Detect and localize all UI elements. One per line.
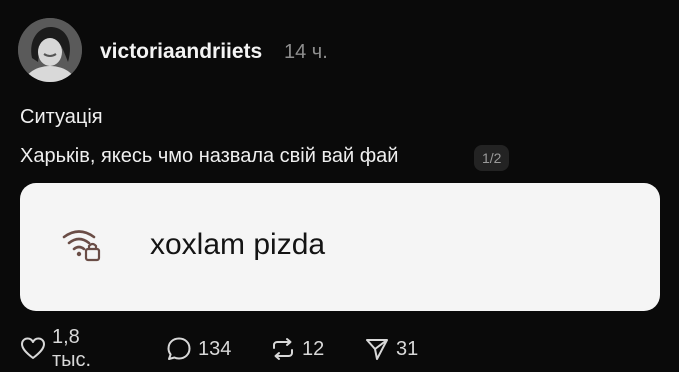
repost-icon <box>273 338 293 360</box>
comment-icon <box>167 337 191 360</box>
avatar[interactable] <box>18 18 82 82</box>
author-username[interactable]: victoriaandriiets <box>100 40 262 64</box>
send-icon <box>366 339 388 360</box>
image-pager-badge: 1/2 <box>474 145 510 171</box>
repost-count: 12 <box>302 337 325 360</box>
share-count: 31 <box>396 337 419 360</box>
share-button[interactable]: 31 <box>364 335 418 363</box>
post-text-line-1: Ситуація <box>20 106 103 128</box>
post-text-line-2: Харьків, якесь чмо назвала свій вай фай <box>20 145 399 167</box>
wifi-lock-icon <box>62 223 104 265</box>
wifi-network-card-image[interactable]: xoxlam pizda <box>20 183 660 311</box>
comment-button[interactable]: 134 <box>166 335 231 363</box>
like-button[interactable]: 1,8 тыс. <box>20 326 91 371</box>
comment-count: 134 <box>198 337 232 360</box>
post-time: 14 ч. <box>284 41 328 63</box>
like-count: 1,8 тыс. <box>52 326 92 371</box>
avatar-photo <box>18 18 82 82</box>
repost-button[interactable]: 12 <box>270 335 324 363</box>
wifi-network-name: xoxlam pizda <box>150 228 326 261</box>
heart-icon <box>21 337 45 359</box>
